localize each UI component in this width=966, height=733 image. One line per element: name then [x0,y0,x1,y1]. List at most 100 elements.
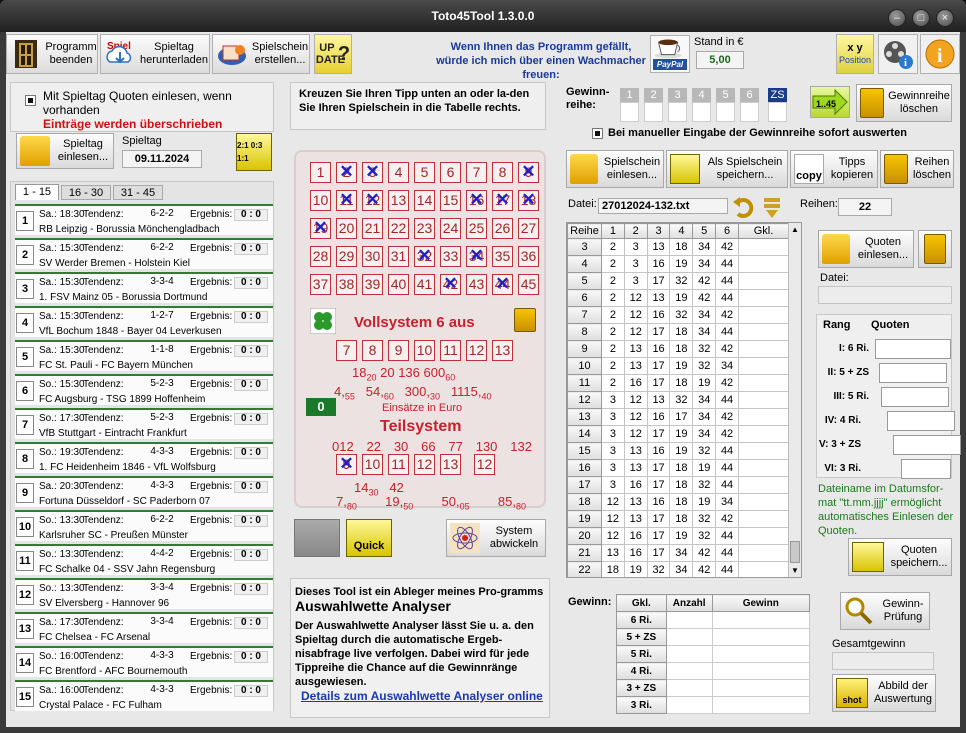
tips-cell[interactable]: 3 [601,391,625,409]
ticket-number[interactable]: 8 [492,162,513,183]
tips-row-header[interactable]: 4 [567,255,602,273]
tips-cell[interactable]: 3 [601,442,625,460]
ergebnis-value[interactable]: 0 : 0 [234,583,268,595]
tips-row[interactable]: 5 2 3 17 32 42 44 [567,272,789,290]
tips-header-cell[interactable]: 4 [669,223,694,239]
sort-down-icon[interactable] [762,196,782,220]
tips-row[interactable]: 19 12 13 17 18 32 42 [567,510,789,528]
gewinnreihe-input[interactable] [692,102,711,122]
teil-number[interactable]: 13 [440,454,461,475]
tips-cell[interactable]: 2 [601,289,625,307]
ticket-number[interactable]: 3 [362,162,383,183]
tips-row-header[interactable]: 10 [567,357,602,375]
tips-cell[interactable]: 44 [715,323,739,341]
ticket-number[interactable]: 31 [388,246,409,267]
tips-cell[interactable]: 16 [623,527,648,545]
ticket-number[interactable]: 17 [492,190,513,211]
match-row[interactable]: 1 Sa.: 18:30 Tendenz: 6-2-2 Ergebnis: 0 : 0 RB… [15,204,273,235]
tips-row[interactable]: 17 3 16 17 18 32 44 [567,476,789,494]
tips-cell[interactable]: 17 [646,544,671,562]
tips-cell[interactable]: 34 [715,493,739,511]
tips-row[interactable]: 8 2 12 17 18 34 44 [567,323,789,341]
tips-row-header[interactable]: 3 [567,238,602,256]
tips-row[interactable]: 18 12 13 16 18 19 34 [567,493,789,511]
ticket-number[interactable]: 24 [440,218,461,239]
tips-cell[interactable]: 44 [715,289,739,307]
update-button[interactable]: UP DATE ? [314,34,352,74]
tips-cell[interactable]: 17 [669,408,694,426]
tips-cell[interactable]: 12 [623,425,648,443]
tips-cell[interactable]: 18 [669,238,694,256]
exit-button[interactable]: Programm beenden [6,34,98,74]
tips-cell[interactable]: 12 [623,391,648,409]
ticket-number[interactable]: 41 [414,274,435,295]
tips-cell[interactable]: 3 [601,408,625,426]
ticket-number[interactable]: 21 [362,218,383,239]
quote-input[interactable] [875,339,951,359]
tips-cell[interactable]: 13 [623,510,648,528]
ticket-number[interactable]: 16 [466,190,487,211]
tips-cell[interactable]: 13 [623,357,648,375]
tips-cell[interactable]: 16 [646,306,671,324]
ticket-number[interactable]: 39 [362,274,383,295]
tips-row-header[interactable]: 20 [567,527,602,545]
match-row[interactable]: 4 Sa.: 15:30 Tendenz: 1-2-7 Ergebnis: 0 : 0 Vf… [15,306,273,337]
tips-cell[interactable]: 16 [646,408,671,426]
quote-input[interactable] [901,459,951,479]
ergebnis-value[interactable]: 0 : 0 [234,515,268,527]
match-row[interactable]: 2 Sa.: 15:30 Tendenz: 6-2-2 Ergebnis: 0 : 0 SV… [15,238,273,269]
tips-cell[interactable]: 19 [623,561,648,577]
tips-row[interactable]: 10 2 13 17 19 32 34 [567,357,789,375]
ticket-number[interactable]: 4 [388,162,409,183]
teil-number[interactable]: 12 [414,454,435,475]
ticket-number[interactable]: 38 [336,274,357,295]
tips-cell[interactable]: 44 [715,272,739,290]
match-row[interactable]: 15 Sa.: 16:00 Tendenz: 4-3-3 Ergebnis: 0 : 0 C… [15,680,273,711]
scroll-down-icon[interactable]: ▼ [791,566,799,575]
match-row[interactable]: 3 Sa.: 15:30 Tendenz: 3-3-4 Ergebnis: 0 : 0 1.… [15,272,273,303]
tips-cell[interactable]: 44 [715,391,739,409]
delete-quoten-button[interactable] [918,230,952,268]
tips-row-header[interactable]: 22 [567,561,602,577]
tips-cell[interactable]: 12 [601,527,625,545]
tips-cell[interactable]: 17 [646,510,671,528]
tips-cell[interactable]: 2 [601,272,625,290]
tips-cell[interactable]: 19 [669,527,694,545]
quick-button[interactable]: Quick [346,519,392,557]
tips-cell[interactable]: 17 [646,527,671,545]
tips-cell[interactable]: 13 [623,340,648,358]
gewinnreihe-input[interactable] [716,102,735,122]
tips-cell[interactable]: 2 [601,340,625,358]
vollsystem-number[interactable]: 7 [336,340,357,361]
gewinnreihe-input[interactable] [668,102,687,122]
tips-row[interactable]: 3 2 3 13 18 34 42 [567,238,789,256]
tips-cell[interactable]: 34 [692,425,717,443]
ticket-number[interactable]: 11 [336,190,357,211]
tips-row-header[interactable]: 14 [567,425,602,443]
quote-input[interactable] [887,411,955,431]
tips-cell[interactable]: 13 [646,238,671,256]
gewinn-header-cell[interactable]: Gkl. [616,594,667,612]
load-ticket-button[interactable]: Spielschein einlesen... [566,150,664,188]
vollsystem-number[interactable]: 13 [492,340,513,361]
tips-cell[interactable]: 13 [601,544,625,562]
tips-row[interactable]: 12 3 12 13 32 34 44 [567,391,789,409]
match-row[interactable]: 14 So.: 16:00 Tendenz: 4-3-3 Ergebnis: 0 : 0 F… [15,646,273,677]
ergebnis-value[interactable]: 0 : 0 [234,447,268,459]
ticket-number[interactable]: 37 [310,274,331,295]
tips-cell[interactable]: 17 [646,476,671,494]
tips-row-header[interactable]: 5 [567,272,602,290]
tips-cell[interactable]: 32 [692,340,717,358]
ticket-number[interactable]: 12 [362,190,383,211]
tips-cell[interactable]: 17 [646,272,671,290]
tips-cell[interactable]: 2 [601,323,625,341]
gewinn-pruefung-button[interactable]: Gewinn-Prüfung [840,592,930,630]
ticket-number[interactable]: 42 [440,274,461,295]
tips-header-cell[interactable]: 5 [692,223,717,239]
tips-row[interactable]: 21 13 16 17 34 42 44 [567,544,789,562]
undo-icon[interactable] [732,196,756,218]
gewinn-header-cell[interactable]: Anzahl [665,594,713,612]
gewinnreihe-input[interactable] [740,102,759,122]
tips-header-cell[interactable]: 1 [601,223,625,239]
ticket-number[interactable]: 25 [466,218,487,239]
